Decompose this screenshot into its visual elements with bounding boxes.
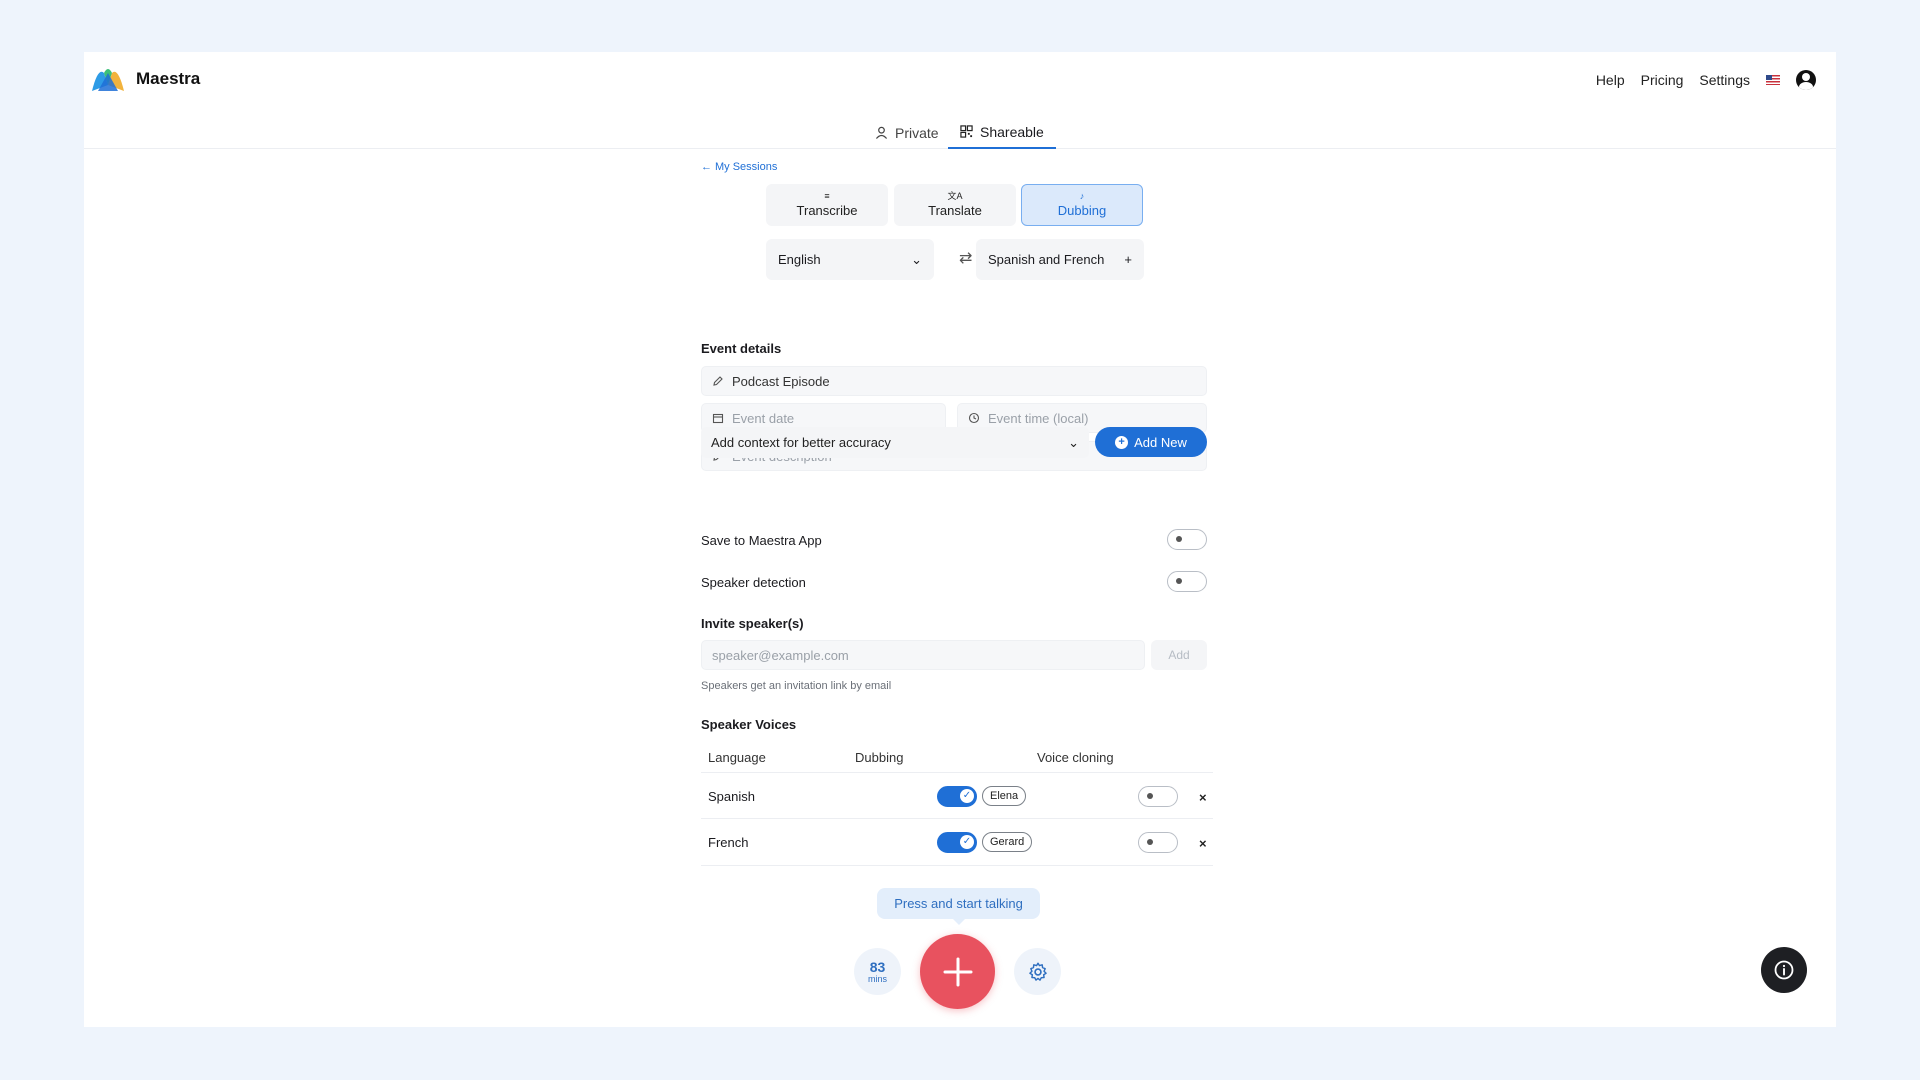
column-dubbing: Dubbing [855, 750, 904, 765]
remaining-minutes-value: 83 [869, 958, 886, 975]
segment-dubbing[interactable]: ♪ Dubbing [1021, 184, 1143, 226]
account-icon[interactable] [1796, 70, 1816, 90]
tab-private-label: Private [895, 124, 939, 141]
recorder-settings-button[interactable] [1014, 948, 1061, 995]
tab-private[interactable]: Private [863, 116, 951, 149]
my-sessions-link[interactable]: ← My Sessions [701, 161, 777, 173]
gear-icon [1028, 962, 1047, 981]
info-icon [1774, 960, 1794, 980]
remaining-minutes-unit: mins [867, 973, 887, 984]
record-button[interactable] [920, 934, 995, 1009]
remove-row-french-icon[interactable]: × [1199, 836, 1207, 851]
column-voice-cloning: Voice cloning [1037, 750, 1114, 765]
event-name-value: Podcast Episode [732, 373, 830, 389]
voice-chip-french[interactable]: Gerard [982, 832, 1033, 852]
info-button[interactable] [1761, 947, 1807, 993]
chevron-down-icon: ⌄ [1068, 434, 1079, 450]
save-to-app-label: Save to Maestra App [701, 533, 822, 548]
segment-transcribe[interactable]: ≡ Transcribe [766, 184, 888, 226]
table-divider [701, 772, 1213, 773]
event-details-heading: Event details [701, 341, 782, 356]
cloning-toggle-spanish[interactable] [1138, 786, 1178, 807]
table-divider [701, 818, 1213, 819]
start-talking-tooltip: Press and start talking [877, 888, 1040, 925]
segment-dubbing-label: Dubbing [1057, 203, 1107, 218]
settings-link[interactable]: Settings [1699, 72, 1750, 88]
save-to-app-toggle[interactable] [1167, 529, 1207, 550]
segment-translate-label: Translate [928, 203, 982, 218]
app-window: Maestra Help Pricing Settings Private Sh… [84, 52, 1836, 1027]
voice-icon: ♪ [1079, 191, 1085, 201]
speaker-detection-toggle[interactable] [1167, 571, 1207, 592]
check-icon: ✓ [960, 835, 974, 849]
target-language-select[interactable]: Spanish and French + [976, 239, 1144, 280]
brand-name: Maestra [136, 69, 201, 88]
speaker-email-input[interactable] [701, 640, 1145, 670]
row-language-french: French [708, 835, 749, 850]
column-language: Language [708, 750, 766, 765]
plus-circle-icon: + [1115, 435, 1129, 449]
tab-shareable[interactable]: Shareable [948, 116, 1056, 149]
clock-icon [968, 412, 980, 424]
table-divider [701, 865, 1213, 866]
invite-hint: Speakers get an invitation link by email [701, 680, 892, 692]
my-sessions-label: My Sessions [715, 161, 778, 173]
remaining-minutes-badge: 83 mins [854, 948, 901, 995]
mode-tabs: Private Shareable [84, 116, 1836, 149]
person-icon [875, 126, 888, 139]
remove-row-spanish-icon[interactable]: × [1199, 790, 1207, 805]
dubbing-toggle-french[interactable]: ✓ [937, 832, 977, 853]
tab-shareable-label: Shareable [980, 123, 1044, 140]
event-time-placeholder: Event time (local) [988, 410, 1089, 426]
speaker-voices-heading: Speaker Voices [701, 717, 797, 732]
check-icon: ✓ [960, 789, 974, 803]
help-link[interactable]: Help [1596, 72, 1625, 88]
calendar-icon [712, 413, 724, 424]
maestra-logo-icon [92, 69, 124, 91]
invite-speakers-heading: Invite speaker(s) [701, 616, 804, 631]
row-language-spanish: Spanish [708, 789, 755, 804]
dubbing-toggle-spanish[interactable]: ✓ [937, 786, 977, 807]
add-new-label: Add New [1134, 434, 1187, 450]
pencil-icon [713, 376, 723, 386]
pricing-link[interactable]: Pricing [1641, 72, 1684, 88]
plus-icon [943, 957, 972, 986]
add-speaker-button[interactable]: Add [1151, 640, 1207, 670]
segment-transcribe-label: Transcribe [796, 203, 858, 218]
segment-translate[interactable]: 文A Translate [894, 184, 1016, 226]
lines-icon: ≡ [824, 191, 830, 201]
voice-chip-spanish[interactable]: Elena [982, 786, 1027, 806]
arrow-left-icon: ← [701, 161, 712, 173]
speaker-detection-label: Speaker detection [701, 575, 806, 590]
target-language-value: Spanish and French [988, 252, 1105, 267]
us-flag-icon[interactable] [1766, 75, 1780, 85]
chevron-down-icon: ⌄ [911, 251, 922, 267]
context-select[interactable]: Add context for better accuracy ⌄ [701, 427, 1089, 458]
qr-code-icon [960, 125, 973, 138]
logo[interactable]: Maestra [90, 65, 200, 93]
context-label: Add context for better accuracy [711, 435, 891, 450]
source-language-value: English [778, 252, 821, 267]
plus-icon: + [1124, 252, 1132, 267]
event-name-field[interactable]: Podcast Episode [701, 366, 1207, 396]
source-language-select[interactable]: English ⌄ [766, 239, 934, 280]
translate-icon: 文A [947, 191, 963, 201]
cloning-toggle-french[interactable] [1138, 832, 1178, 853]
event-date-placeholder: Event date [732, 410, 795, 426]
top-nav: Help Pricing Settings [1596, 70, 1816, 90]
add-new-button[interactable]: + Add New [1095, 427, 1207, 457]
swap-languages-icon[interactable]: ⇄ [959, 248, 972, 268]
